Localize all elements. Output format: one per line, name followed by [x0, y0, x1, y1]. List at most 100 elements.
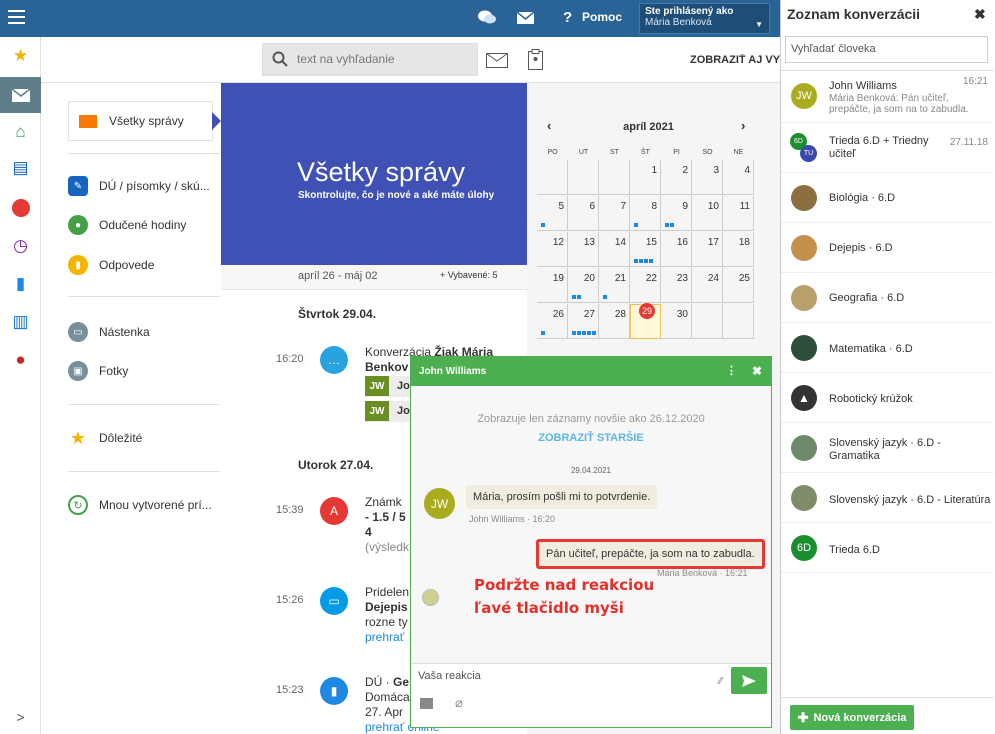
message-time: 15:39 — [276, 504, 304, 516]
calendar-day[interactable]: 20 — [568, 268, 599, 303]
calendar-day[interactable]: 15 — [630, 232, 661, 267]
new-conversation-button[interactable]: ✚ Nová konverzácia — [790, 705, 914, 730]
calendar-day[interactable]: 7 — [599, 196, 630, 231]
reply-preview[interactable]: JW Jo — [365, 376, 410, 397]
calendar-day[interactable]: 11 — [723, 196, 754, 231]
nav-item-board[interactable]: ▭ Nástenka — [68, 322, 218, 342]
messages-rail-icon[interactable] — [0, 77, 41, 113]
nav-item-all-messages[interactable]: Všetky správy — [68, 101, 221, 141]
reply-preview[interactable]: JW Jo — [365, 401, 410, 422]
nav-item-lessons[interactable]: ● Odučené hodiny — [68, 215, 218, 235]
calendar-day[interactable]: 17 — [692, 232, 723, 267]
chat-message-sent[interactable]: Pán učiteľ, prepáčte, ja som na to zabud… — [536, 539, 765, 569]
message-item[interactable]: DÚ · Ge Domáca 27. Apr — [365, 675, 410, 720]
calendar-day[interactable]: 24 — [692, 268, 723, 303]
calendar-day[interactable]: 4 — [723, 160, 754, 195]
nav-item-photos[interactable]: ▣ Fotky — [68, 361, 218, 381]
event-indicator — [572, 295, 581, 299]
page-title: Všetky správy — [297, 157, 466, 187]
calendar-day[interactable]: 25 — [723, 268, 754, 303]
avatar: 6D — [791, 535, 817, 561]
calendar-day[interactable]: 26 — [537, 304, 568, 339]
done-filter[interactable]: + Vybavené: 5 — [440, 270, 497, 280]
close-icon[interactable]: ✖ — [752, 364, 762, 378]
calendar-day[interactable]: 27 — [568, 304, 599, 339]
attachment-icon[interactable]: ⌀ — [455, 695, 463, 711]
user-dropdown[interactable]: Ste prihlásený ako Mária Benková ▼ — [639, 3, 770, 34]
calendar-day[interactable]: 29 — [630, 303, 661, 339]
nav-item-replies[interactable]: ▮ Odpovede — [68, 255, 218, 275]
calendar-day[interactable]: 14 — [599, 232, 630, 267]
calendar-day[interactable]: 13 — [568, 232, 599, 267]
conversation-item[interactable]: JW John Williams 16:21 Mária Benková: Pá… — [781, 71, 994, 123]
show-also-button[interactable]: ZOBRAZIŤ AJ VY — [690, 54, 780, 66]
search-input[interactable]: text na vyhľadanie — [262, 43, 478, 76]
timetable-icon[interactable]: ◷ — [0, 231, 41, 261]
calendar-day[interactable]: 18 — [723, 232, 754, 267]
message-item[interactable]: Pridelen Dejepis rozne ty prehrať — [365, 585, 410, 645]
expand-rail-icon[interactable]: > — [0, 702, 41, 732]
mail-icon[interactable] — [516, 11, 535, 28]
grade-icon[interactable] — [0, 193, 41, 223]
calendar-day[interactable]: 2 — [661, 160, 692, 195]
conversation-item[interactable]: ▲ Robotický krúžok — [781, 373, 994, 423]
conversation-name: Slovenský jazyk · 6.D - Gramatika — [829, 437, 941, 462]
photos-icon: ▣ — [68, 361, 88, 381]
reply-area: Vaša reakcia ⁄⁄ ⌀ — [411, 663, 771, 727]
send-button[interactable] — [731, 667, 767, 694]
conversation-item[interactable]: Matematika · 6.D — [781, 323, 994, 373]
conversation-item[interactable]: 6D Trieda 6.D — [781, 523, 994, 573]
conversation-item[interactable]: Geografia · 6.D — [781, 273, 994, 323]
avatar: JW — [365, 401, 389, 421]
calendar-day[interactable]: 10 — [692, 196, 723, 231]
image-icon[interactable] — [420, 698, 433, 709]
conversation-item[interactable]: Biológia · 6.D — [781, 173, 994, 223]
notebook-icon[interactable]: ▤ — [0, 153, 41, 183]
nav-item-important[interactable]: ★ Dôležité — [68, 428, 218, 448]
reply-input[interactable]: Vaša reakcia — [418, 670, 481, 682]
help-icon[interactable]: ? — [563, 9, 572, 26]
avatar: TU — [800, 145, 817, 162]
conversation-item[interactable]: Slovenský jazyk · 6.D - Literatúra — [781, 473, 994, 523]
calendar-day[interactable]: 9 — [661, 196, 692, 231]
conversation-item[interactable]: Dejepis · 6.D — [781, 223, 994, 273]
more-options-icon[interactable]: ⋮ — [726, 364, 737, 377]
discussion-icon[interactable]: ● — [0, 345, 41, 375]
nav-item-my-created[interactable]: ↻ Mnou vytvorené prí... — [68, 495, 218, 515]
calendar-day[interactable]: 12 — [537, 232, 568, 267]
person-search-input[interactable]: Vyhľadať človeka — [785, 36, 988, 63]
new-message-icon[interactable] — [486, 53, 508, 71]
resize-icon[interactable]: ⁄⁄ — [719, 676, 722, 687]
home-icon[interactable]: ⌂ — [0, 117, 41, 147]
calendar-day[interactable]: 28 — [599, 304, 630, 339]
conversation-item[interactable]: 6D TU Trieda 6.D + Triedny učiteľ 27.11.… — [781, 123, 994, 173]
calendar-day[interactable]: 19 — [537, 268, 568, 303]
calendar-day[interactable]: 8 — [630, 196, 661, 231]
hamburger-menu-icon[interactable] — [8, 10, 25, 24]
calendar-day-number: 2 — [682, 165, 688, 176]
calendar-day[interactable]: 30 — [661, 304, 692, 339]
calendar-day[interactable]: 6 — [568, 196, 599, 231]
calendar-day — [568, 160, 599, 195]
star-icon[interactable]: ★ — [0, 41, 41, 71]
message-subject-cont: Benkov — [365, 360, 409, 374]
next-month-icon[interactable]: › — [741, 118, 745, 133]
calendar-day[interactable]: 5 — [537, 196, 568, 231]
nav-item-homework[interactable]: ✎ DÚ / písomky / skú... — [68, 176, 218, 196]
close-icon[interactable]: ✖ — [974, 6, 986, 23]
conversation-item[interactable]: Slovenský jazyk · 6.D - Gramatika — [781, 423, 994, 473]
clipboard-icon[interactable] — [528, 49, 543, 73]
message-item[interactable]: Známk - 1.5 / 5 4 (výsledk — [365, 495, 410, 555]
chat-message-received[interactable]: Mária, prosím pošli mi to potvrdenie. — [466, 485, 658, 509]
calendar-day[interactable]: 21 — [599, 268, 630, 303]
statistics-icon[interactable]: ▮ — [0, 269, 41, 299]
help-link[interactable]: Pomoc — [582, 10, 622, 24]
show-older-button[interactable]: ZOBRAZIŤ STARŠIE — [411, 432, 771, 444]
calendar-day[interactable]: 23 — [661, 268, 692, 303]
calendar-day[interactable]: 22 — [630, 268, 661, 303]
calendar-day[interactable]: 16 — [661, 232, 692, 267]
calendar-day[interactable]: 1 — [630, 160, 661, 195]
book-icon[interactable]: ▥ — [0, 307, 41, 337]
chat-bubbles-icon[interactable] — [478, 9, 496, 29]
calendar-day[interactable]: 3 — [692, 160, 723, 195]
